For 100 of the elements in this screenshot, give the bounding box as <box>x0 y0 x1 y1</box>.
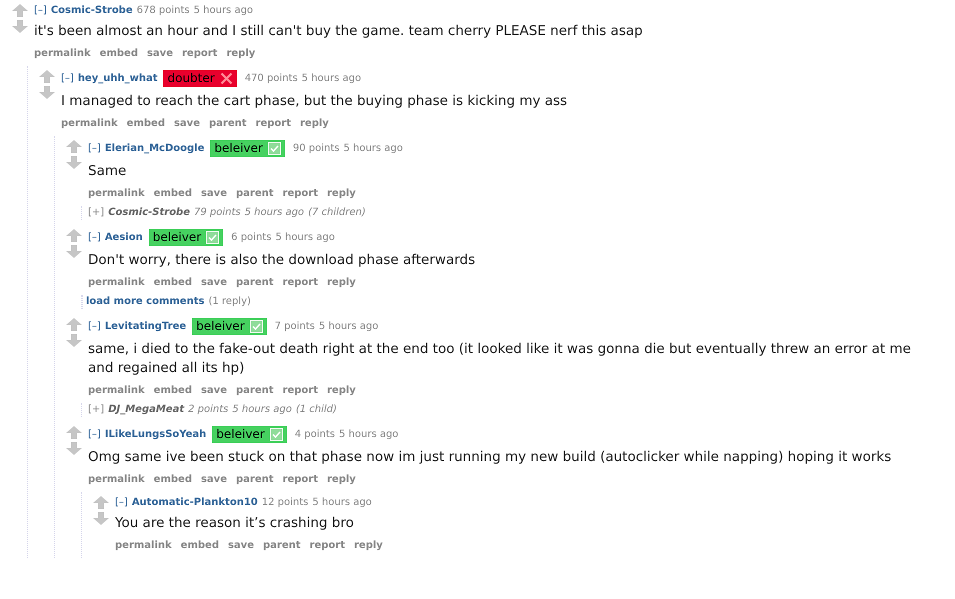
username-link[interactable]: Cosmic-Strobe <box>108 206 190 220</box>
username-link[interactable]: hey_uhh_what <box>78 72 158 85</box>
action-link[interactable]: permalink <box>88 187 145 201</box>
collapse-toggle[interactable]: [–] <box>61 72 74 85</box>
action-link[interactable]: report <box>182 47 218 61</box>
action-link[interactable]: report <box>310 539 345 553</box>
action-link[interactable]: embed <box>180 539 219 553</box>
downvote-arrow-icon[interactable] <box>12 20 28 33</box>
comment-text: You are the reason it’s crashing bro <box>115 514 355 533</box>
action-link[interactable]: report <box>282 187 318 201</box>
score-text: 79 points <box>194 206 241 220</box>
action-link[interactable]: embed <box>154 187 192 201</box>
upvote-arrow-icon[interactable] <box>66 229 82 242</box>
downvote-arrow-icon[interactable] <box>66 245 82 258</box>
check-icon <box>206 231 220 244</box>
comment-text: Omg same ive been stuck on that phase now im just running my new build (autoclicker while napping) hoping it works <box>88 448 892 467</box>
comment-text: Don't worry, there is also the download phase afterwards <box>88 251 476 270</box>
action-link[interactable]: embed <box>154 276 192 290</box>
comment-text: same, i died to the fake-out death right at the end too (it looked like it was gonna die but eventually threw an error at me and regained all its hp) <box>88 340 912 378</box>
score-text: 2 points <box>188 403 228 417</box>
flair-badge: beleiver <box>148 229 224 246</box>
action-link[interactable]: reply <box>327 473 356 487</box>
score-text: 7 points <box>274 320 315 333</box>
action-link[interactable]: save <box>200 187 227 201</box>
downvote-arrow-icon[interactable] <box>66 334 82 347</box>
timestamp: 5 hours ago <box>339 428 398 441</box>
reply-count: (1 reply) <box>208 295 251 309</box>
action-link[interactable]: save <box>200 473 227 487</box>
action-link[interactable]: embed <box>154 473 192 487</box>
timestamp: 5 hours ago <box>244 206 304 220</box>
action-link[interactable]: save <box>146 47 173 61</box>
collapse-toggle[interactable]: [–] <box>88 428 101 441</box>
score-text: 90 points <box>292 142 340 155</box>
flair-badge: beleiver <box>192 318 267 335</box>
action-link[interactable]: permalink <box>88 473 145 487</box>
load-more-link[interactable]: load more comments <box>86 295 204 309</box>
score-text: 678 points <box>136 4 190 17</box>
action-link[interactable]: parent <box>263 539 301 553</box>
comment-text: it's been almost an hour and I still can't buy the game. team cherry PLEASE nerf this asap <box>34 22 644 41</box>
action-link[interactable]: embed <box>154 384 192 398</box>
username-link[interactable]: ILikeLungsSoYeah <box>104 428 206 441</box>
upvote-arrow-icon[interactable] <box>66 140 82 153</box>
upvote-arrow-icon[interactable] <box>66 318 82 331</box>
upvote-arrow-icon[interactable] <box>12 4 28 17</box>
action-link[interactable]: parent <box>236 187 274 201</box>
action-link[interactable]: reply <box>354 539 383 553</box>
action-link[interactable]: save <box>200 384 227 398</box>
timestamp: 5 hours ago <box>318 320 378 333</box>
action-link[interactable]: embed <box>126 117 165 131</box>
action-link[interactable]: report <box>282 276 318 290</box>
downvote-arrow-icon[interactable] <box>66 156 82 169</box>
action-link[interactable]: report <box>256 117 291 131</box>
username-link[interactable]: Cosmic-Strobe <box>50 4 133 17</box>
action-link[interactable]: report <box>282 473 318 487</box>
collapse-toggle[interactable]: [–] <box>88 320 101 333</box>
username-link[interactable]: Aesion <box>104 231 143 244</box>
action-link[interactable]: parent <box>236 276 274 290</box>
collapse-toggle[interactable]: [–] <box>88 231 101 244</box>
check-icon <box>250 320 263 333</box>
action-link[interactable]: save <box>228 539 254 553</box>
username-link[interactable]: Automatic-Plankton10 <box>132 496 258 509</box>
username-link[interactable]: LevitatingTree <box>104 320 186 333</box>
action-link[interactable]: save <box>200 276 227 290</box>
action-link[interactable]: reply <box>226 47 256 61</box>
action-link[interactable]: parent <box>236 384 274 398</box>
action-link[interactable]: permalink <box>61 117 118 131</box>
score-text: 12 points <box>262 496 308 509</box>
action-link[interactable]: parent <box>236 473 274 487</box>
expand-toggle[interactable]: [+] <box>88 403 104 417</box>
action-link[interactable]: permalink <box>88 276 145 290</box>
username-link[interactable]: Elerian_McDoogle <box>104 142 204 155</box>
action-link[interactable]: save <box>174 117 200 131</box>
username-link[interactable]: DJ_MegaMeat <box>108 403 184 417</box>
score-text: 470 points <box>244 72 298 85</box>
upvote-arrow-icon[interactable] <box>66 426 82 439</box>
action-link[interactable]: reply <box>327 276 356 290</box>
collapse-toggle[interactable]: [–] <box>88 142 101 155</box>
score-text: 6 points <box>231 231 272 244</box>
action-link[interactable]: permalink <box>34 47 91 61</box>
downvote-arrow-icon[interactable] <box>39 86 55 99</box>
flair-badge: beleiver <box>212 426 287 443</box>
upvote-arrow-icon[interactable] <box>93 496 109 509</box>
action-link[interactable]: report <box>282 384 318 398</box>
score-text: 4 points <box>294 428 335 441</box>
expand-toggle[interactable]: [+] <box>88 206 104 220</box>
action-link[interactable]: reply <box>327 187 356 201</box>
action-link[interactable]: embed <box>100 47 138 61</box>
action-link[interactable]: permalink <box>115 539 172 553</box>
check-icon <box>268 142 281 155</box>
collapse-toggle[interactable]: [–] <box>34 4 47 17</box>
downvote-arrow-icon[interactable] <box>93 512 109 525</box>
collapse-toggle[interactable]: [–] <box>115 496 128 509</box>
check-icon <box>270 428 283 441</box>
action-link[interactable]: permalink <box>88 384 145 398</box>
action-link[interactable]: reply <box>300 117 329 131</box>
upvote-arrow-icon[interactable] <box>39 70 55 83</box>
action-link[interactable]: parent <box>209 117 247 131</box>
downvote-arrow-icon[interactable] <box>66 442 82 455</box>
comment-text: I managed to reach the cart phase, but the buying phase is kicking my ass <box>61 92 568 111</box>
action-link[interactable]: reply <box>327 384 356 398</box>
